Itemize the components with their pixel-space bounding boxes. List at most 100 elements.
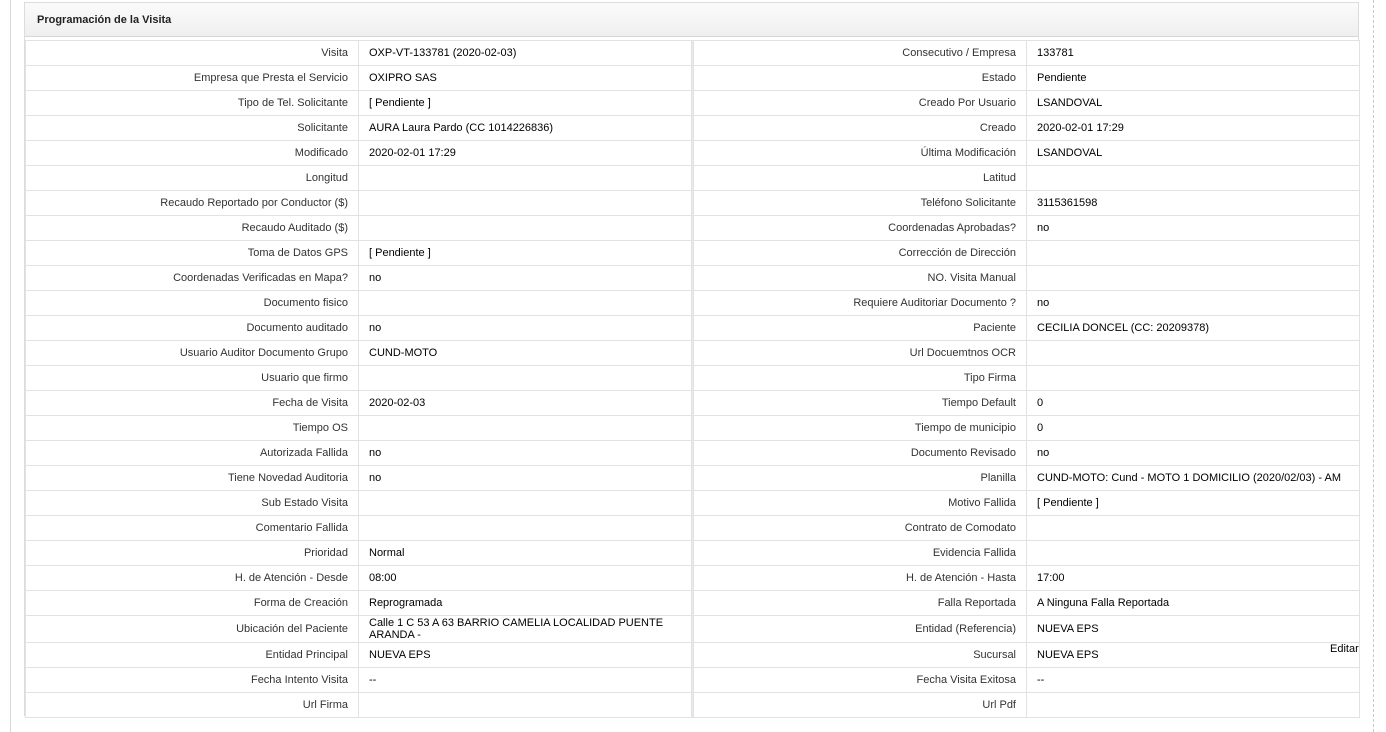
field-value: NUEVA EPS	[1026, 642, 1360, 668]
field-label: Modificado	[25, 140, 359, 166]
table-row: Documento fisico Requiere Auditoriar Docu…	[25, 290, 1360, 316]
field-value: no	[358, 265, 692, 291]
field-value	[1026, 540, 1360, 566]
page-right-dashed-border	[1373, 0, 1374, 732]
field-label: Autorizada Fallida	[25, 440, 359, 466]
table-row: Modificado 2020-02-01 17:29 Última Modific…	[25, 140, 1360, 166]
field-value: 17:00	[1026, 565, 1360, 591]
table-row: Tiempo OS Tiempo de municipio 0	[25, 415, 1360, 441]
field-label: Documento auditado	[25, 315, 359, 341]
field-label: Coordenadas Aprobadas?	[693, 215, 1027, 241]
table-row: Coordenadas Verificadas en Mapa? no NO. V…	[25, 265, 1360, 291]
field-label: Motivo Fallida	[693, 490, 1027, 516]
field-label: Contrato de Comodato	[693, 515, 1027, 541]
field-value	[358, 515, 692, 541]
field-label: Creado Por Usuario	[693, 90, 1027, 116]
field-label: Creado	[693, 115, 1027, 141]
field-value: --	[1026, 667, 1360, 693]
field-value: NUEVA EPS	[1026, 615, 1360, 643]
field-label: Consecutivo / Empresa	[693, 40, 1027, 66]
table-row: Fecha Intento Visita -- Fecha Visita Exito…	[25, 667, 1360, 693]
table-row: Url Firma Url Pdf	[25, 692, 1360, 718]
field-label: Tipo Firma	[693, 365, 1027, 391]
table-row: Usuario Auditor Documento Grupo CUND-MOTO…	[25, 340, 1360, 366]
field-label: Documento fisico	[25, 290, 359, 316]
field-label: Solicitante	[25, 115, 359, 141]
field-value	[358, 165, 692, 191]
field-value	[358, 415, 692, 441]
field-value: Calle 1 C 53 A 63 BARRIO CAMELIA LOCALID…	[358, 615, 692, 643]
field-label: Visita	[25, 40, 359, 66]
field-label: Evidencia Fallida	[693, 540, 1027, 566]
field-value: --	[358, 667, 692, 693]
field-value: no	[1026, 440, 1360, 466]
field-label: Coordenadas Verificadas en Mapa?	[25, 265, 359, 291]
field-value: no	[1026, 215, 1360, 241]
table-row: Usuario que firmo Tipo Firma	[25, 365, 1360, 391]
field-value	[1026, 365, 1360, 391]
field-value	[358, 490, 692, 516]
field-label: Tiempo Default	[693, 390, 1027, 416]
field-label: Estado	[693, 65, 1027, 91]
table-row: Fecha de Visita 2020-02-03 Tiempo Default…	[25, 390, 1360, 416]
field-label: Sub Estado Visita	[25, 490, 359, 516]
table-row: Autorizada Fallida no Documento Revisado …	[25, 440, 1360, 466]
field-value: no	[1026, 290, 1360, 316]
field-value: 2020-02-03	[358, 390, 692, 416]
table-row: Solicitante AURA Laura Pardo (CC 10142268…	[25, 115, 1360, 141]
field-label: Comentario Fallida	[25, 515, 359, 541]
field-label: Corrección de Dirección	[693, 240, 1027, 266]
table-row: Tiene Novedad Auditoria no Planilla CUND-M…	[25, 465, 1360, 491]
field-label: Recaudo Reportado por Conductor ($)	[25, 190, 359, 216]
field-value: AURA Laura Pardo (CC 1014226836)	[358, 115, 692, 141]
field-value	[358, 190, 692, 216]
table-row: Ubicación del Paciente Calle 1 C 53 A 63 …	[25, 615, 1360, 643]
visit-schedule-panel: Programación de la Visita Visita OXP-VT-1…	[24, 2, 1360, 718]
field-label: Prioridad	[25, 540, 359, 566]
field-label: Fecha Visita Exitosa	[693, 667, 1027, 693]
field-label: Paciente	[693, 315, 1027, 341]
field-value: NUEVA EPS	[358, 642, 692, 668]
panel-title: Programación de la Visita	[25, 3, 1358, 37]
table-row: Prioridad Normal Evidencia Fallida	[25, 540, 1360, 566]
field-value: no	[358, 440, 692, 466]
field-value: 2020-02-01 17:29	[1026, 115, 1360, 141]
field-label: Recaudo Auditado ($)	[25, 215, 359, 241]
field-value	[1026, 692, 1360, 718]
field-label: Latitud	[693, 165, 1027, 191]
edit-link[interactable]: Editar	[1330, 643, 1359, 655]
field-value: OXIPRO SAS	[358, 65, 692, 91]
table-row: Empresa que Presta el Servicio OXIPRO SAS…	[25, 65, 1360, 91]
field-value	[1026, 340, 1360, 366]
field-value: CUND-MOTO	[358, 340, 692, 366]
field-value: CUND-MOTO: Cund - MOTO 1 DOMICILIO (2020…	[1026, 465, 1360, 491]
field-label: Toma de Datos GPS	[25, 240, 359, 266]
field-label: Fecha de Visita	[25, 390, 359, 416]
table-row: Sub Estado Visita Motivo Fallida[ Pendien…	[25, 490, 1360, 516]
field-value: 0	[1026, 390, 1360, 416]
table-row: Toma de Datos GPS[ Pendiente ] Corrección…	[25, 240, 1360, 266]
field-value: A Ninguna Falla Reportada	[1026, 590, 1360, 616]
field-label: Forma de Creación	[25, 590, 359, 616]
field-label: Documento Revisado	[693, 440, 1027, 466]
field-label: Longitud	[25, 165, 359, 191]
field-value: [ Pendiente ]	[358, 240, 692, 266]
field-value: 3115361598	[1026, 190, 1360, 216]
table-row: H. de Atención - Desde 08:00 H. de Atenció…	[25, 565, 1360, 591]
field-value	[1026, 240, 1360, 266]
field-value: no	[358, 465, 692, 491]
field-value: 133781	[1026, 40, 1360, 66]
field-value: OXP-VT-133781 (2020-02-03)	[358, 40, 692, 66]
field-label: Falla Reportada	[693, 590, 1027, 616]
field-value	[358, 365, 692, 391]
table-row: Comentario Fallida Contrato de Comodato	[25, 515, 1360, 541]
field-value: no	[358, 315, 692, 341]
field-value	[358, 692, 692, 718]
field-label: Sucursal	[693, 642, 1027, 668]
field-value: [ Pendiente ]	[1026, 490, 1360, 516]
field-label: Url Firma	[25, 692, 359, 718]
field-value	[1026, 165, 1360, 191]
table-row: Recaudo Reportado por Conductor ($) Teléf…	[25, 190, 1360, 216]
field-label: H. de Atención - Desde	[25, 565, 359, 591]
table-row: Documento auditado no Paciente CECILIA DON…	[25, 315, 1360, 341]
